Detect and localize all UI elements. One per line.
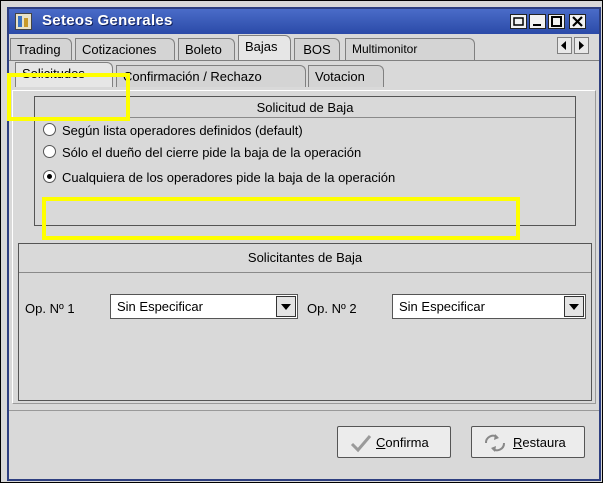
maximize-icon[interactable] bbox=[548, 14, 565, 29]
window-title: Seteos Generales bbox=[42, 12, 173, 29]
close-icon[interactable] bbox=[569, 14, 586, 29]
restaura-label: estaura bbox=[522, 435, 566, 450]
solicitantes-de-baja-group: Solicitantes de Baja Op. Nº 1 Sin Especi… bbox=[18, 243, 592, 401]
chevron-down-icon[interactable] bbox=[564, 296, 584, 317]
op1-select[interactable]: Sin Especificar bbox=[110, 294, 298, 319]
op2-value: Sin Especificar bbox=[399, 299, 485, 314]
op1-label: Op. Nº 1 bbox=[25, 301, 75, 316]
radio-label: Cualquiera de los operadores pide la baj… bbox=[62, 170, 396, 185]
app-icon bbox=[15, 13, 32, 30]
highlight-solicitudes-tab bbox=[7, 73, 130, 121]
confirma-mnemonic: C bbox=[376, 435, 386, 450]
restore-arrows-icon bbox=[485, 434, 505, 452]
check-icon bbox=[350, 435, 372, 453]
solicitudes-panel: Solicitud de Baja Según lista operadores… bbox=[12, 90, 596, 404]
op1-value: Sin Especificar bbox=[117, 299, 203, 314]
restore-icon[interactable] bbox=[510, 14, 527, 29]
tab-bos[interactable]: BOS bbox=[294, 38, 340, 60]
radio-label: Según lista operadores definidos (defaul… bbox=[62, 123, 303, 138]
op2-select[interactable]: Sin Especificar bbox=[392, 294, 586, 319]
confirma-button[interactable]: Confirma bbox=[337, 426, 451, 458]
title-bar[interactable]: Seteos Generales bbox=[9, 9, 599, 34]
tab-scroll-right-icon[interactable] bbox=[574, 37, 589, 54]
tab-bajas[interactable]: Bajas bbox=[238, 35, 291, 60]
highlight-cualquiera-option bbox=[42, 197, 520, 240]
confirma-label: onfirma bbox=[385, 435, 429, 450]
tab-trading[interactable]: Trading bbox=[10, 38, 72, 60]
radio-label: Sólo el dueño del cierre pide la baja de… bbox=[62, 145, 362, 160]
restaura-button[interactable]: Restaura bbox=[471, 426, 585, 458]
radio-option-dueno-cierre[interactable]: Sólo el dueño del cierre pide la baja de… bbox=[43, 145, 361, 165]
chevron-down-icon[interactable] bbox=[276, 296, 296, 317]
button-bar: Confirma Restaura bbox=[9, 410, 599, 480]
op2-label: Op. Nº 2 bbox=[307, 301, 357, 316]
tab-boleto[interactable]: Boleto bbox=[178, 38, 235, 60]
radio-unchecked-icon[interactable] bbox=[43, 145, 56, 158]
solicitantes-group-title: Solicitantes de Baja bbox=[19, 244, 591, 273]
tab-cotizaciones[interactable]: Cotizaciones bbox=[75, 38, 175, 60]
restaura-mnemonic: R bbox=[513, 435, 523, 450]
radio-option-cualquiera-operadores[interactable]: Cualquiera de los operadores pide la baj… bbox=[43, 170, 395, 190]
minimize-icon[interactable] bbox=[529, 14, 546, 29]
tab-confirmacion-rechazo[interactable]: Confirmación / Rechazo bbox=[116, 65, 306, 87]
radio-option-lista-operadores[interactable]: Según lista operadores definidos (defaul… bbox=[43, 123, 303, 143]
tab-scroll-left-icon[interactable] bbox=[557, 37, 572, 54]
tab-votacion[interactable]: Votacion bbox=[308, 65, 384, 87]
radio-unchecked-icon[interactable] bbox=[43, 123, 56, 136]
main-tab-strip: Trading Cotizaciones Boleto Bajas BOS Mu… bbox=[9, 35, 599, 61]
radio-checked-icon[interactable] bbox=[43, 170, 56, 183]
tab-multimonitor[interactable]: Multimonitor bbox=[345, 38, 475, 60]
